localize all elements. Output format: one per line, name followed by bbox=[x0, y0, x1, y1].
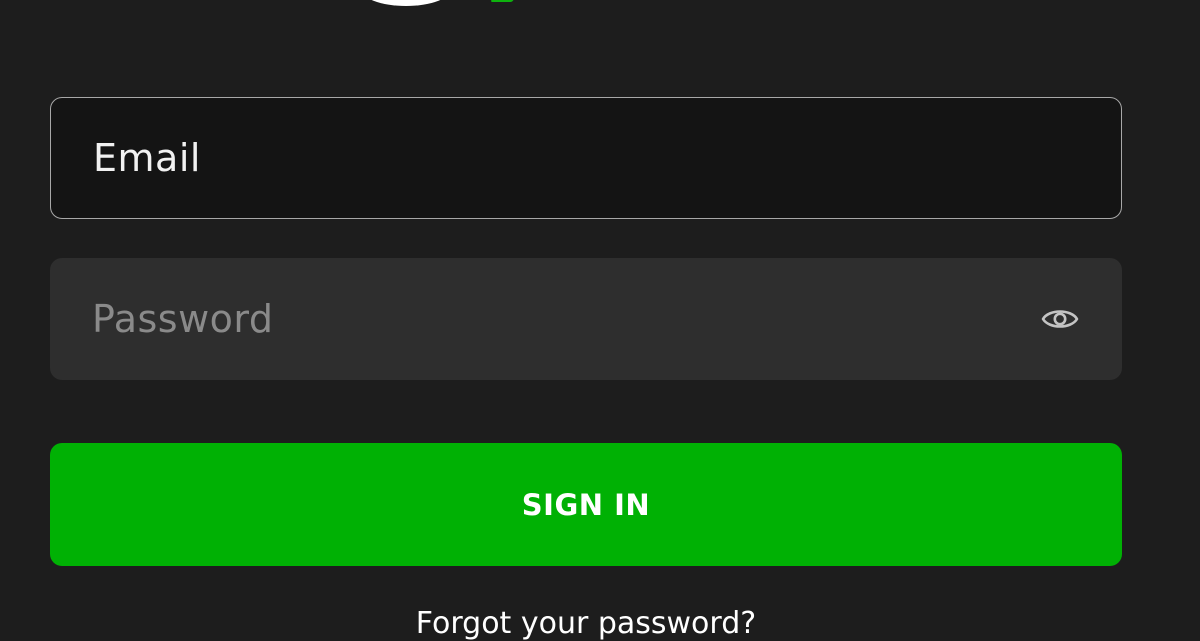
logo-circle-shape bbox=[360, 0, 452, 6]
email-placeholder: Email bbox=[93, 136, 201, 180]
sign-in-button[interactable]: SIGN IN bbox=[50, 443, 1122, 566]
brand-logo-icon bbox=[360, 0, 520, 16]
email-field[interactable]: Email bbox=[50, 97, 1122, 219]
logo-accent-mark bbox=[490, 0, 516, 2]
password-field[interactable]: Password bbox=[50, 258, 1122, 380]
forgot-password-link[interactable]: Forgot your password? bbox=[0, 606, 1172, 641]
eye-icon[interactable] bbox=[1040, 304, 1080, 334]
password-placeholder: Password bbox=[92, 297, 274, 341]
